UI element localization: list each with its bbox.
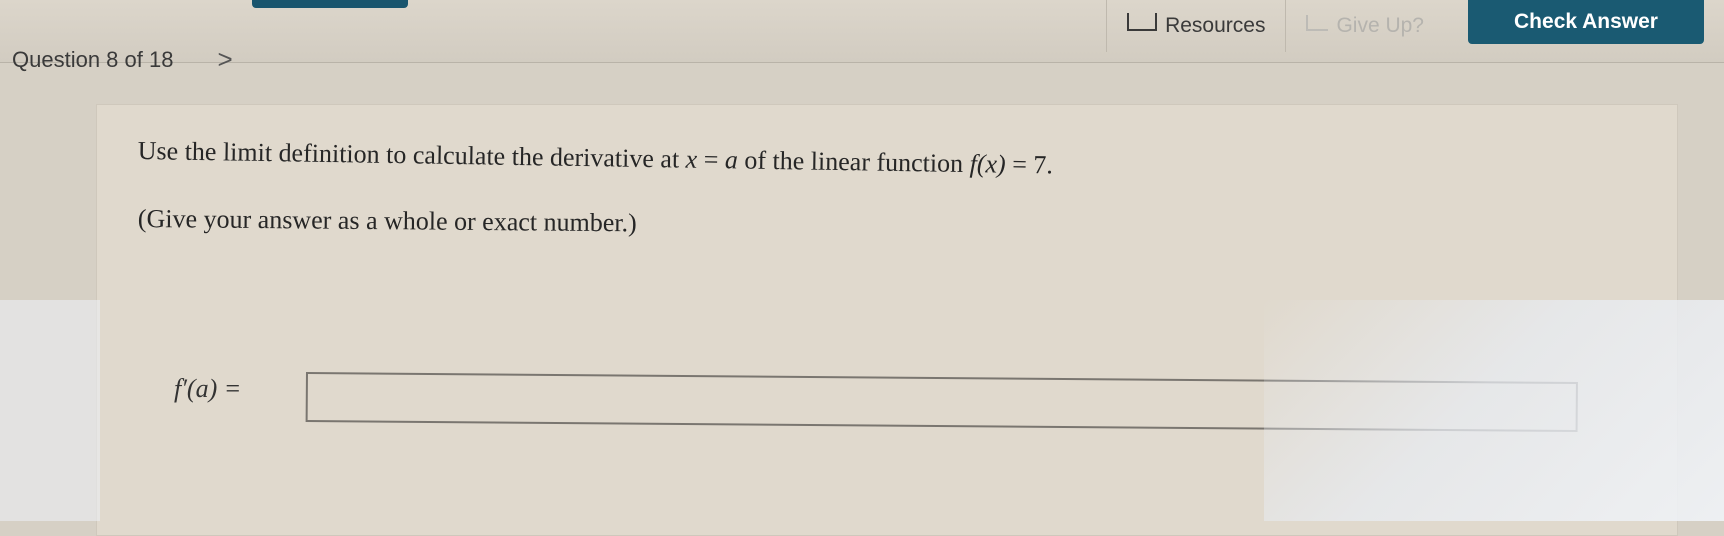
prompt-equals: = xyxy=(697,144,726,175)
question-toolbar: Resources Give Up? Check Answer xyxy=(1106,0,1704,52)
function-value: = 7. xyxy=(1005,149,1054,180)
answer-input[interactable] xyxy=(305,372,1578,432)
question-navigation: Question 8 of 18 > xyxy=(12,44,233,75)
variable-a: a xyxy=(724,145,739,175)
check-answer-button[interactable]: Check Answer xyxy=(1468,0,1704,44)
variable-x: x xyxy=(685,144,698,174)
give-up-label: Give Up? xyxy=(1336,14,1424,37)
screen-glare-left xyxy=(0,300,100,521)
resources-label: Resources xyxy=(1165,14,1266,37)
give-up-icon xyxy=(1306,15,1329,31)
question-counter: Question 8 of 18 xyxy=(12,46,174,72)
top-tab[interactable] xyxy=(252,0,408,8)
resources-icon xyxy=(1127,13,1158,31)
answer-hint: (Give your answer as a whole or exact nu… xyxy=(137,204,637,238)
prompt-text-middle: of the linear function xyxy=(737,145,970,179)
top-bar: Resources Give Up? Check Answer xyxy=(0,0,1724,63)
answer-label: f′(a) = xyxy=(174,374,242,403)
chevron-right-icon[interactable]: > xyxy=(217,44,232,75)
function-expression: f(x) xyxy=(969,149,1006,179)
give-up-button[interactable]: Give Up? xyxy=(1285,0,1444,52)
resources-button[interactable]: Resources xyxy=(1106,0,1285,52)
